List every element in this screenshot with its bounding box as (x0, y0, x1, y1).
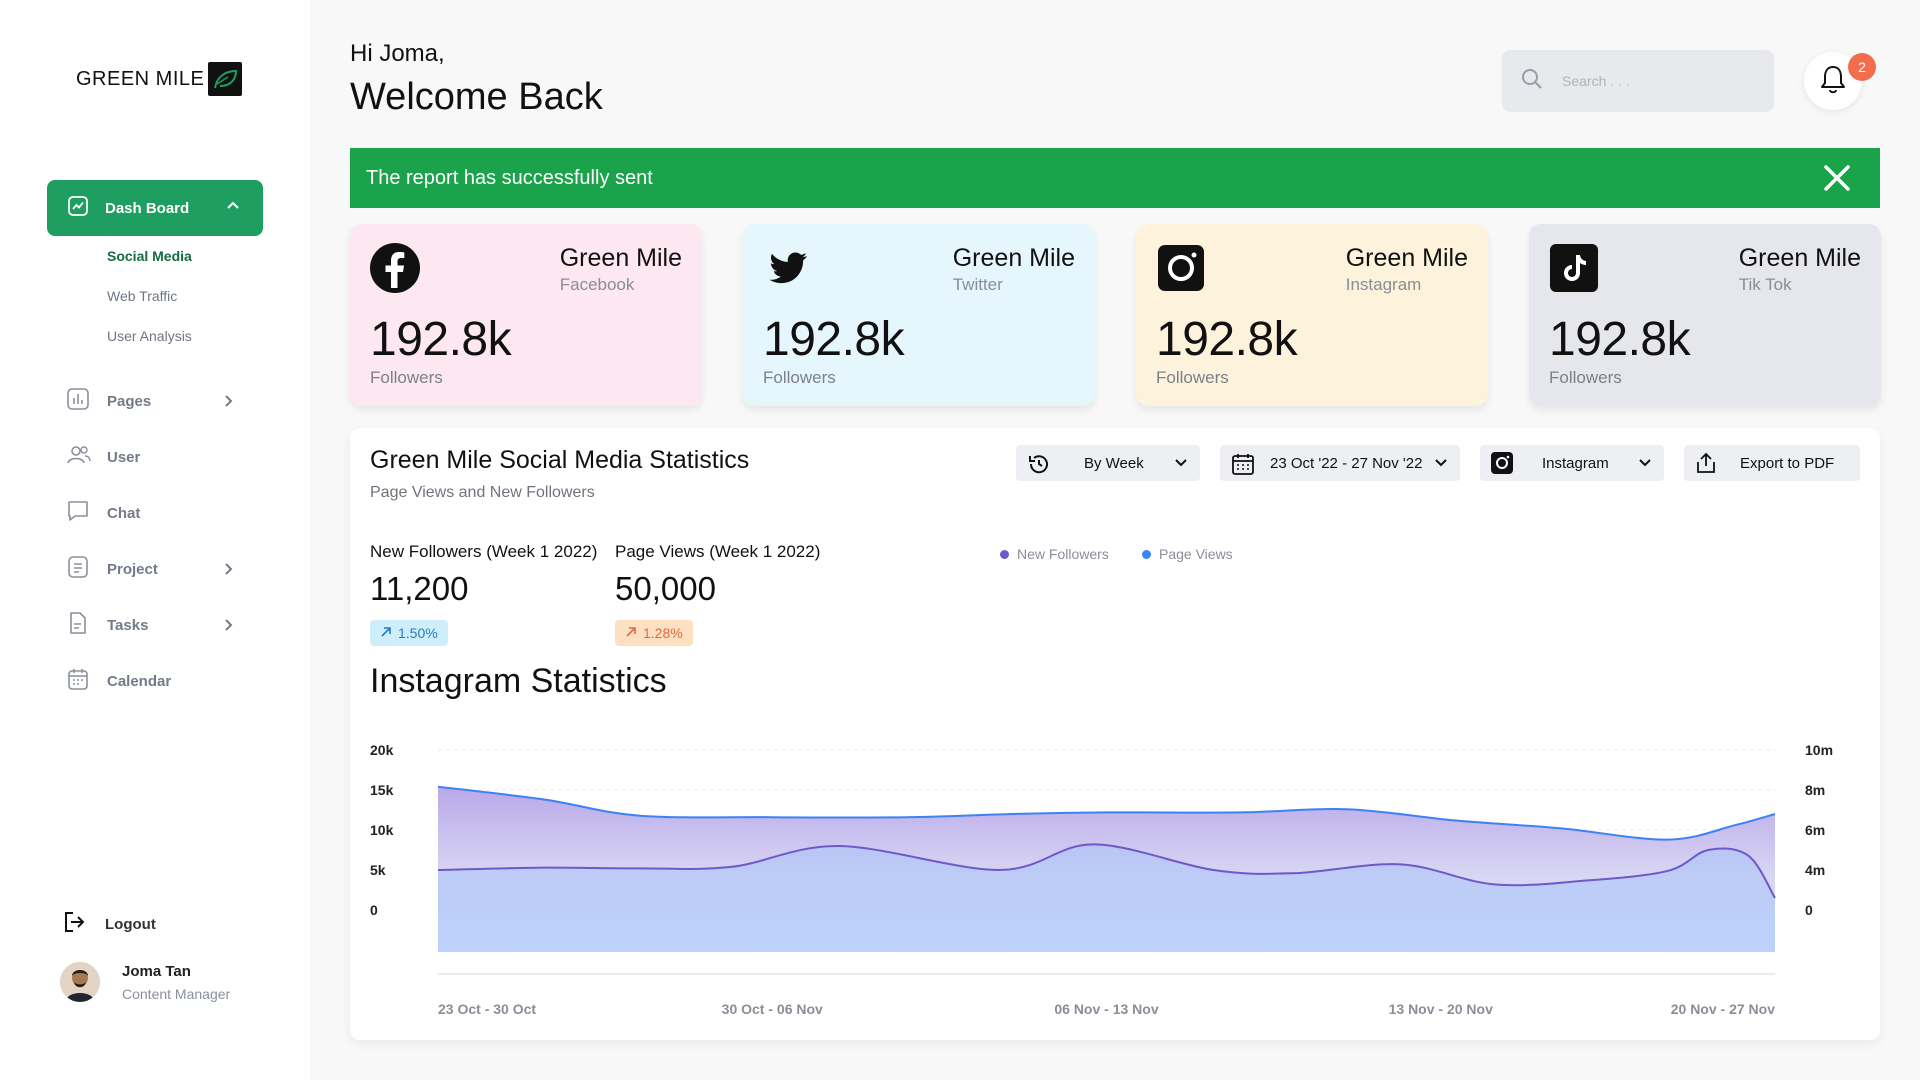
chart-line-icon (67, 195, 89, 221)
sidebar-item-chat[interactable]: Chat (66, 498, 246, 528)
x-tick-label: 23 Oct - 30 Oct (438, 1001, 536, 1017)
y-tick-label-left: 10k (370, 822, 394, 838)
y-tick-label-right: 10m (1805, 742, 1833, 758)
card-twitter[interactable]: Green Mile Twitter 192.8k Followers (743, 224, 1095, 406)
card-platform: Twitter (952, 275, 1003, 294)
sidebar-item-project[interactable]: Project (66, 554, 246, 584)
file-icon (66, 611, 90, 640)
sidebar-item-label: Calendar (107, 672, 172, 690)
logout-button[interactable]: Logout (62, 910, 156, 939)
chevron-up-icon (225, 198, 241, 218)
card-platform: Facebook (559, 275, 635, 294)
chevron-right-icon (220, 561, 236, 582)
card-count: 192.8k (763, 313, 905, 366)
document-list-icon (66, 555, 90, 584)
banner-message: The report has successfully sent (366, 166, 653, 189)
bar-chart-icon (66, 387, 90, 416)
users-icon (66, 444, 92, 471)
card-unit: Followers (1549, 368, 1622, 387)
x-tick-label: 06 Nov - 13 Nov (1054, 1001, 1158, 1017)
notification-badge: 2 (1848, 53, 1876, 81)
close-icon[interactable] (1822, 163, 1852, 199)
logo-mark-icon (208, 62, 243, 96)
card-platform: Instagram (1345, 275, 1422, 294)
sidebar-item-pages[interactable]: Pages (66, 386, 246, 416)
y-tick-label-right: 6m (1805, 822, 1825, 838)
card-title: Green Mile (559, 244, 682, 272)
card-unit: Followers (370, 368, 443, 387)
avatar (60, 962, 100, 1002)
instagram-icon (1156, 243, 1206, 293)
card-unit: Followers (763, 368, 836, 387)
card-count: 192.8k (1156, 313, 1298, 366)
card-unit: Followers (1156, 368, 1229, 387)
card-title: Green Mile (1345, 244, 1468, 272)
card-tiktok[interactable]: Green Mile Tik Tok 192.8k Followers (1529, 224, 1881, 406)
chevron-right-icon (220, 617, 236, 638)
page-title: Welcome Back (350, 76, 603, 118)
y-tick-label-right: 0 (1805, 902, 1813, 918)
search-bar[interactable] (1502, 50, 1774, 112)
y-tick-label-left: 0 (370, 902, 378, 918)
sidebar-item-label: User (107, 448, 141, 466)
sidebar-item-label: Dash Board (105, 199, 190, 217)
logout-icon (62, 910, 86, 939)
calendar-icon (66, 667, 90, 696)
area-chart: 20k 10m 15k 8m 10k 6m 5k 4m 0 0 23 Oct - 30 Oct 30 … (370, 742, 1833, 1017)
card-instagram[interactable]: Green Mile Instagram 192.8k Followers (1136, 224, 1488, 406)
success-banner: The report has successfully sent (350, 148, 1880, 208)
sidebar-item-label: Tasks (107, 616, 149, 634)
search-icon (1520, 67, 1544, 96)
logout-label: Logout (105, 916, 156, 933)
sidebar-item-calendar[interactable]: Calendar (66, 666, 246, 696)
twitter-icon (763, 243, 813, 293)
sidebar-subitem-user-analysis[interactable]: User Analysis (107, 328, 192, 344)
x-tick-label: 30 Oct - 06 Nov (722, 1001, 823, 1017)
card-count: 192.8k (1549, 313, 1691, 366)
chat-icon (66, 499, 90, 528)
y-tick-label-left: 20k (370, 742, 394, 758)
sidebar-item-user[interactable]: User (66, 442, 246, 472)
sidebar-item-tasks[interactable]: Tasks (66, 610, 246, 640)
sidebar-item-dashboard[interactable]: Dash Board (47, 180, 263, 236)
facebook-icon (370, 243, 420, 293)
profile-name: Joma Tan (122, 962, 191, 980)
sidebar-subitem-web-traffic[interactable]: Web Traffic (107, 288, 177, 304)
sidebar-subitem-social-media[interactable]: Social Media (107, 248, 192, 264)
card-facebook[interactable]: Green Mile Facebook 192.8k Followers (350, 224, 702, 406)
tiktok-icon (1549, 243, 1599, 293)
logo-text: GREEN MILE (76, 67, 205, 90)
user-profile[interactable]: Joma Tan Content Manager (60, 962, 230, 1002)
card-title: Green Mile (1738, 244, 1861, 272)
y-tick-label-left: 15k (370, 782, 394, 798)
card-title: Green Mile (952, 244, 1075, 272)
card-platform: Tik Tok (1738, 275, 1792, 294)
card-count: 192.8k (370, 313, 512, 366)
greeting: Hi Joma, (350, 40, 445, 67)
y-tick-label-right: 8m (1805, 782, 1825, 798)
x-tick-label: 13 Nov - 20 Nov (1389, 1001, 1493, 1017)
sidebar: GREEN MILE Dash Board Social Media Web T… (0, 0, 310, 1080)
chevron-right-icon (220, 393, 236, 414)
logo[interactable]: GREEN MILE (76, 62, 243, 96)
profile-role: Content Manager (122, 985, 231, 1002)
sidebar-item-label: Chat (107, 504, 141, 522)
bell-icon (1818, 63, 1848, 100)
y-tick-label-left: 5k (370, 862, 386, 878)
sidebar-item-label: Project (107, 560, 158, 578)
search-input[interactable] (1562, 73, 1742, 89)
statistics-panel: Green Mile Social Media Statistics Page … (350, 428, 1880, 1040)
x-tick-label: 20 Nov - 27 Nov (1671, 1001, 1775, 1017)
sidebar-item-label: Pages (107, 392, 152, 410)
y-tick-label-right: 4m (1805, 862, 1825, 878)
